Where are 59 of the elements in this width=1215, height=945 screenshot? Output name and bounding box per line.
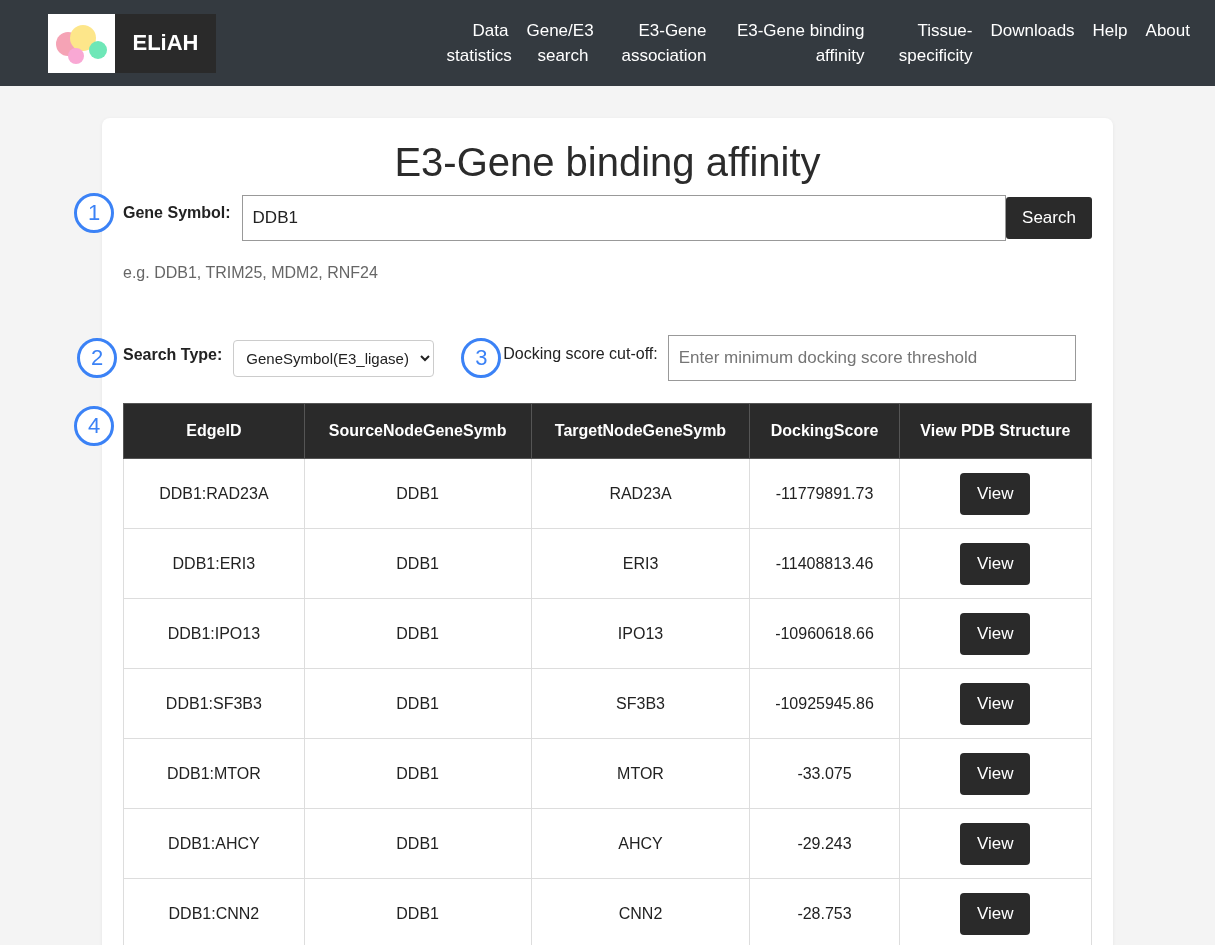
table-cell: -10925945.86 [749,668,900,739]
table-cell: DDB1 [304,458,532,529]
table-cell: -11779891.73 [749,458,900,529]
column-header: SourceNodeGeneSymb [304,403,532,459]
table-cell: DDB1 [304,738,532,809]
table-cell: -11408813.46 [749,528,900,599]
table-cell: DDB1:MTOR [123,738,305,809]
step-marker: 3 [461,338,502,378]
search-button[interactable]: Search [1006,197,1092,239]
brand-name[interactable]: ELiAH [115,13,216,73]
nav-link[interactable]: Data statistics [446,18,509,68]
table-cell: DDB1 [304,668,532,739]
step-marker: 1 [74,193,114,233]
page-title: E3-Gene binding affinity [393,140,822,185]
view-button[interactable]: View [960,472,1031,515]
table-cell: DDB1:RAD23A [123,458,305,529]
table-cell: DDB1 [304,528,532,599]
table-cell: DDB1 [304,598,532,669]
column-header: TargetNodeGeneSymb [531,403,750,459]
view-button[interactable]: View [960,682,1031,725]
logo-image [48,13,115,73]
field-label: Docking score cut-off: [503,345,658,363]
search-type-select[interactable]: GeneSymbol(E3_ligase) [233,339,435,377]
column-header: EdgeID [123,403,305,459]
gene-symbol-input[interactable]: DDB1 [241,195,1006,241]
table-cell: MTOR [531,738,750,809]
field-label: Search Type: [123,346,223,364]
table-cell: AHCY [531,808,750,879]
table-cell: DDB1:IPO13 [123,598,305,669]
field-label: Gene Symbol: [123,204,231,222]
table-cell: DDB1:CNN2 [123,878,305,945]
nav-link[interactable]: Downloads [990,18,1075,43]
docking-score-input[interactable]: Enter minimum docking score threshold [667,335,1076,381]
column-header: View PDB Structure [899,403,1092,459]
table-cell: ERI3 [531,528,750,599]
column-header: DockingScore [749,403,900,459]
table-cell: DDB1 [304,808,532,879]
table-cell: -29.243 [749,808,900,879]
view-button[interactable]: View [960,612,1031,655]
table-cell: DDB1:AHCY [123,808,305,879]
nav-link[interactable]: E3-Gene binding affinity [724,18,865,68]
nav-link[interactable]: Tissue-specificity [882,18,973,68]
table-cell: RAD23A [531,458,750,529]
example-hint: e.g. DDB1, TRIM25, MDM2, RNF24 [123,264,379,282]
table-cell: -10960618.66 [749,598,900,669]
view-button[interactable]: View [960,752,1031,795]
nav-link[interactable]: Help [1092,18,1128,43]
table-cell: SF3B3 [531,668,750,739]
view-button[interactable]: View [960,892,1031,935]
table-cell: DDB1:ERI3 [123,528,305,599]
step-marker: 2 [77,338,117,378]
table-cell: DDB1:SF3B3 [123,668,305,739]
table-cell: IPO13 [531,598,750,669]
nav-link[interactable]: E3-Gene association [606,18,707,68]
nav-link[interactable]: About [1145,18,1190,43]
view-button[interactable]: View [960,542,1031,585]
step-marker: 4 [74,406,114,446]
view-button[interactable]: View [960,822,1031,865]
table-cell: -33.075 [749,738,900,809]
